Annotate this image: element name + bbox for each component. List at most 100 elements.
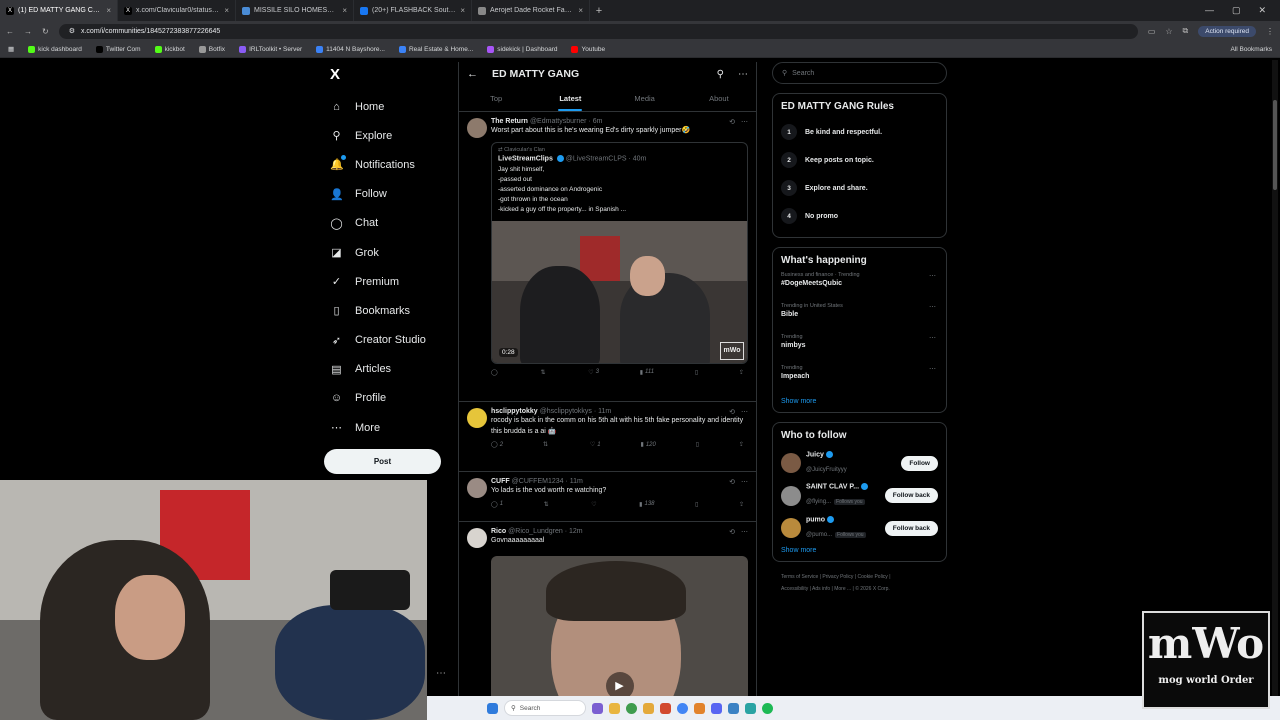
share-icon[interactable]: ⇪ [739,441,744,448]
avatar[interactable] [781,453,801,474]
tab-about[interactable]: About [682,86,756,111]
action-required-button[interactable]: Action required [1198,25,1256,37]
footer-link[interactable]: Ads info [812,586,830,592]
grok-icon[interactable]: ⟲ [729,408,735,416]
post-button[interactable]: Post [324,449,441,474]
footer-link[interactable]: Cookie Policy [858,574,888,580]
maximize-icon[interactable]: ▢ [1232,5,1241,16]
widget-icon[interactable] [592,702,603,714]
trend-more-icon[interactable]: ⋯ [929,303,936,311]
file-explorer-icon[interactable] [609,702,620,714]
footer-link[interactable]: Terms of Service [781,574,818,580]
search-icon[interactable]: ⚲ [717,69,724,80]
reply-icon[interactable]: ◯ [491,369,500,376]
nav-item-profile[interactable]: ☺ Profile [324,384,454,413]
search-input[interactable]: ⚲ Search [772,62,947,84]
bookmark-item[interactable]: sidekick | Dashboard [487,45,557,53]
bookmark-item[interactable]: Botfix [198,45,225,53]
post[interactable]: ⟲ ⋯ CUFF @CUFFEM1234 · 11m Yo lads is the… [459,472,756,522]
url-field[interactable]: ⚙ x.com/i/communities/184527238387722664… [58,23,1138,39]
show-more-trends-link[interactable]: Show more [781,398,938,405]
follow-button[interactable]: Follow back [884,520,938,536]
author-name[interactable]: CUFF [491,478,510,485]
reload-icon[interactable]: ↻ [42,27,49,36]
avatar[interactable] [781,485,801,506]
app-icon[interactable] [694,702,705,714]
nav-item-grok[interactable]: ◪ Grok [324,238,454,267]
app-icon[interactable] [728,702,739,714]
follow-button[interactable]: Follow back [884,488,938,504]
extensions-icon[interactable]: ⧉ [1183,26,1189,36]
browser-tab[interactable]: (20+) FLASHBACK South Florid... × [354,0,472,21]
video-thumbnail[interactable]: 0:28 mWo [492,220,747,363]
author-name[interactable]: Rico [491,528,506,535]
nav-item-explore[interactable]: ⚲ Explore [324,121,454,150]
trend-item[interactable]: Trending Impeach ⋯ [781,365,938,396]
minimize-icon[interactable]: — [1205,5,1214,16]
footer-link[interactable]: Accessibility [781,586,808,592]
x-logo-icon[interactable]: X [330,66,454,86]
post-more-icon[interactable]: ⋯ [741,478,748,486]
share-icon[interactable]: ⇪ [739,369,744,376]
avatar[interactable] [467,528,487,548]
back-icon[interactable]: ← [6,27,14,36]
like-icon[interactable]: ♡ [591,501,598,508]
share-icon[interactable]: ⇪ [739,501,744,508]
browser-tab[interactable]: Xx.com/Clavicular0/status/2039... × [118,0,236,21]
author-name[interactable]: The Return [491,118,528,125]
footer-link[interactable]: More ... [834,586,851,592]
bookmark-item[interactable]: Twitter Com [95,45,141,53]
close-window-icon[interactable]: ✕ [1258,5,1266,16]
post[interactable]: ⟲ ⋯ hsclippytokky @hsclippytokkys · 11m r… [459,402,756,472]
discord-icon[interactable] [711,702,722,714]
reply-icon[interactable]: ◯ 1 [491,501,503,508]
tab-media[interactable]: Media [608,86,682,111]
like-icon[interactable]: ♡ 1 [590,441,601,449]
bookmark-item[interactable]: Real Estate & Home... [398,45,473,53]
avatar[interactable] [467,118,487,138]
footer-link[interactable]: © 2026 X Corp. [855,586,890,592]
taskbar-search[interactable]: ⚲ Search [504,700,586,716]
site-info-icon[interactable]: ⚙ [69,27,75,35]
back-arrow-icon[interactable]: ← [467,68,478,80]
chrome-icon[interactable] [626,702,637,714]
bookmark-icon[interactable]: ▯ [695,501,698,508]
trend-item[interactable]: Trending in United States Bible ⋯ [781,303,938,334]
cast-icon[interactable]: ▭ [1148,27,1156,36]
bookmark-item[interactable]: kick dashboard [28,45,82,53]
trend-item[interactable]: Business and finance · Trending #DogeMeet… [781,272,938,303]
author-name[interactable]: hsclippytokky [491,408,538,415]
views-icon[interactable]: ▮ 120 [641,441,656,449]
bookmark-item[interactable]: Youtube [571,45,605,53]
post-more-icon[interactable]: ⋯ [741,528,748,536]
browser-tab[interactable]: Aerojet Dade Rocket Facility | A... × [472,0,590,21]
chrome-icon[interactable] [677,702,688,714]
tab-top[interactable]: Top [459,86,533,111]
star-icon[interactable]: ☆ [1165,27,1172,36]
reply-icon[interactable]: ◯ 2 [491,441,503,449]
page-scrollbar[interactable] [1272,60,1278,696]
grok-icon[interactable]: ⟲ [729,118,735,126]
overlay-more-icon[interactable]: ⋯ [436,668,446,679]
app-icon[interactable] [745,702,756,714]
grok-icon[interactable]: ⟲ [729,478,735,486]
app-icon[interactable] [660,702,671,714]
post[interactable]: ⟲ ⋯ Rico @Rico_Lundgren · 12m Govnaaaaaaa… [459,522,756,720]
follow-user-info[interactable]: Juicy @JuicyFruityyy [806,450,896,476]
folder-icon[interactable] [643,702,654,714]
nav-item-premium[interactable]: ✓ Premium [324,267,454,296]
repost-icon[interactable]: ⇅ [540,369,547,376]
post-more-icon[interactable]: ⋯ [741,118,748,126]
views-icon[interactable]: ▮ 138 [639,501,654,508]
tab-latest[interactable]: Latest [533,86,607,111]
more-options-icon[interactable]: ⋯ [738,69,748,80]
close-tab-icon[interactable]: × [224,6,229,15]
trend-more-icon[interactable]: ⋯ [929,365,936,373]
video-thumbnail[interactable]: ▶ [491,555,748,706]
avatar[interactable] [781,518,801,539]
repost-icon[interactable]: ⇅ [543,441,550,448]
post-more-icon[interactable]: ⋯ [741,408,748,416]
nav-item-creator-studio[interactable]: ➶ Creator Studio [324,326,454,355]
close-tab-icon[interactable]: × [578,6,583,15]
apps-icon[interactable]: ▦ [8,45,14,53]
